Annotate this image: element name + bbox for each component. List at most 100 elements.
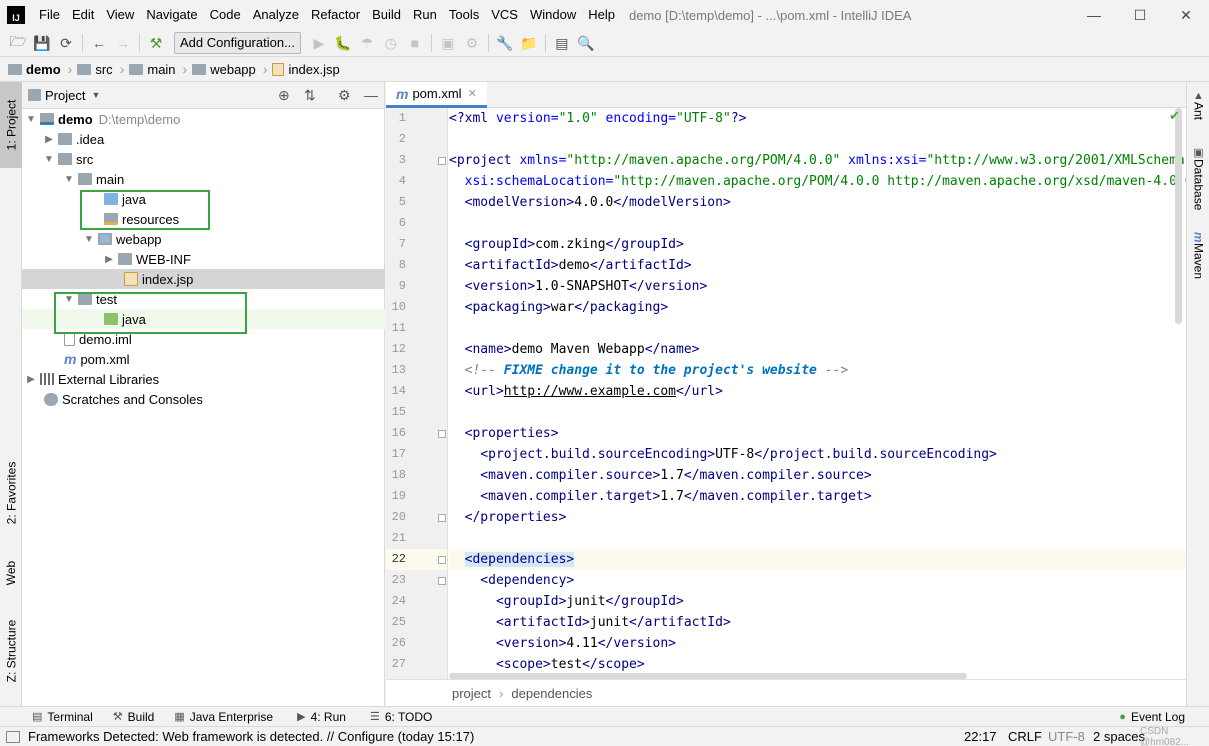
project-view-selector[interactable]: Project ▼ (45, 88, 100, 103)
file-encoding[interactable]: UTF-8 (1048, 729, 1085, 744)
line-separator[interactable]: CRLF (1008, 729, 1042, 744)
maximize-button[interactable]: ☐ (1117, 0, 1163, 30)
run-icon[interactable]: ▶ (307, 32, 331, 54)
fold-marker-icon[interactable] (438, 430, 446, 438)
structure-tool-tab[interactable]: Z: Structure (0, 608, 22, 694)
back-arrow-icon[interactable]: ← (87, 32, 111, 54)
line-number: 3 (398, 153, 406, 167)
terminal-tool-button[interactable]: ▤ Terminal (32, 710, 93, 724)
breadcrumb-dependencies[interactable]: dependencies (511, 686, 592, 701)
coverage-icon[interactable]: ☂ (355, 32, 379, 54)
menu-build[interactable]: Build (366, 0, 407, 30)
project-tool-tab[interactable]: 1: Project (0, 82, 22, 168)
fold-marker-icon[interactable] (438, 514, 446, 522)
tool-windows-toggle-icon[interactable] (6, 730, 20, 743)
settings-wrench-icon[interactable]: 🔧 (493, 32, 517, 54)
attach-icon[interactable]: ▣ (436, 32, 460, 54)
event-log-tool-button[interactable]: ● Event Log (1119, 710, 1185, 724)
open-folder-icon[interactable]: 🗁 (6, 32, 30, 54)
run-tool-button[interactable]: ▶ 4: Run (297, 710, 346, 724)
profile-icon[interactable]: ◷ (379, 32, 403, 54)
minimize-button[interactable]: — (1071, 0, 1117, 30)
tree-node-external-libraries[interactable]: ▶ External Libraries (22, 369, 385, 389)
line-number: 2 (398, 132, 406, 146)
indent-setting[interactable]: 2 spaces (1093, 729, 1145, 744)
status-message[interactable]: Frameworks Detected: Web framework is de… (28, 729, 474, 744)
code-line: <version>4.11</version> (449, 636, 676, 651)
build-hammer-icon[interactable]: ⚒ (144, 32, 168, 54)
code-line: <groupId>junit</groupId> (449, 594, 684, 609)
intellij-logo-icon: IJ (7, 6, 25, 24)
stop-icon[interactable]: ■ (403, 32, 427, 54)
menu-vcs[interactable]: VCS (485, 0, 524, 30)
close-button[interactable]: ✕ (1163, 0, 1209, 30)
gear-icon[interactable]: ⚙ (338, 87, 351, 104)
terminal-window-icon[interactable]: ▤ (550, 32, 574, 54)
code-line: <artifactId>junit</artifactId> (449, 615, 731, 630)
breadcrumb-project[interactable]: project (452, 686, 491, 701)
deploy-icon[interactable]: ⚙ (460, 32, 484, 54)
hide-panel-icon[interactable]: — (364, 87, 378, 103)
locate-crosshair-icon[interactable]: ⊕ (278, 87, 290, 104)
menu-refactor[interactable]: Refactor (305, 0, 366, 30)
database-tool-tab[interactable]: ▣ Database (1187, 146, 1209, 210)
tree-node-scratches[interactable]: Scratches and Consoles (22, 389, 385, 409)
tree-node-web-inf[interactable]: ▶ WEB-INF (22, 249, 385, 269)
nav-crumb-demo[interactable]: demo (8, 62, 61, 77)
menu-run[interactable]: Run (407, 0, 443, 30)
nav-crumb-src[interactable]: src (77, 62, 113, 77)
tree-node-pom-xml[interactable]: m pom.xml (22, 349, 385, 369)
menu-file[interactable]: File (33, 0, 66, 30)
line-number: 23 (391, 573, 406, 587)
favorites-tool-tab[interactable]: 2: Favorites (0, 450, 22, 536)
code-view[interactable]: <?xml version="1.0" encoding="UTF-8"?> <… (449, 108, 1186, 679)
menu-code[interactable]: Code (204, 0, 247, 30)
tree-node-main[interactable]: ▼ main (22, 169, 385, 189)
maven-icon: m (1191, 232, 1206, 243)
nav-crumb-main[interactable]: main (129, 62, 176, 77)
sync-icon[interactable]: ⟳ (54, 32, 78, 54)
debug-icon[interactable]: 🐛 (331, 32, 355, 54)
editor-tab-pom-xml[interactable]: m pom.xml ✕ (386, 82, 487, 108)
maven-tool-tab[interactable]: m Maven (1187, 232, 1209, 279)
fold-marker-icon[interactable] (438, 157, 446, 165)
line-number: 12 (391, 342, 406, 356)
project-structure-icon[interactable]: 📁 (517, 32, 541, 54)
nav-crumb-webapp[interactable]: webapp (192, 62, 256, 77)
fold-marker-icon[interactable] (438, 577, 446, 585)
close-tab-icon[interactable]: ✕ (468, 87, 477, 100)
web-tool-tab[interactable]: Web (0, 548, 22, 598)
menu-tools[interactable]: Tools (443, 0, 485, 30)
menu-navigate[interactable]: Navigate (140, 0, 203, 30)
tree-node-webapp[interactable]: ▼ webapp (22, 229, 385, 249)
collapse-all-icon[interactable]: ⇅ (304, 87, 316, 104)
save-all-icon[interactable]: 💾 (30, 32, 54, 54)
menu-edit[interactable]: Edit (66, 0, 100, 30)
line-number: 17 (391, 447, 406, 461)
add-configuration-button[interactable]: Add Configuration... (174, 32, 301, 54)
tree-node-src[interactable]: ▼ src (22, 149, 385, 169)
ant-tool-tab[interactable]: ▲ Ant (1187, 90, 1209, 120)
vertical-scrollbar[interactable] (1175, 108, 1182, 324)
tree-node-idea[interactable]: ▶ .idea (22, 129, 385, 149)
forward-arrow-icon[interactable]: → (111, 32, 135, 54)
caret-position[interactable]: 22:17 (964, 729, 997, 744)
menu-window[interactable]: Window (524, 0, 582, 30)
libraries-icon (40, 373, 54, 385)
tree-node-demo[interactable]: ▼ demo D:\temp\demo (22, 109, 385, 129)
nav-crumb-index-jsp[interactable]: index.jsp (272, 62, 340, 77)
build-tool-button[interactable]: ⚒ Build (113, 710, 155, 724)
fold-marker-icon[interactable] (438, 556, 446, 564)
menu-help[interactable]: Help (582, 0, 621, 30)
chevron-right-icon: › (67, 61, 73, 77)
menu-view[interactable]: View (100, 0, 140, 30)
search-icon[interactable]: 🔍 (574, 32, 598, 54)
java-enterprise-tool-button[interactable]: ▦ Java Enterprise (174, 710, 273, 724)
bottom-tool-bar: ▤ Terminal ⚒ Build ▦ Java Enterprise ▶ 4: Ru… (0, 706, 1209, 726)
status-bar: Frameworks Detected: Web framework is de… (0, 726, 1209, 746)
todo-tool-button[interactable]: ☰ 6: TODO (370, 710, 432, 724)
menu-analyze[interactable]: Analyze (247, 0, 305, 30)
tree-node-index-jsp[interactable]: index.jsp (22, 269, 385, 289)
code-line: <artifactId>demo</artifactId> (449, 258, 692, 273)
url-link[interactable]: http://www.example.com (504, 384, 676, 399)
